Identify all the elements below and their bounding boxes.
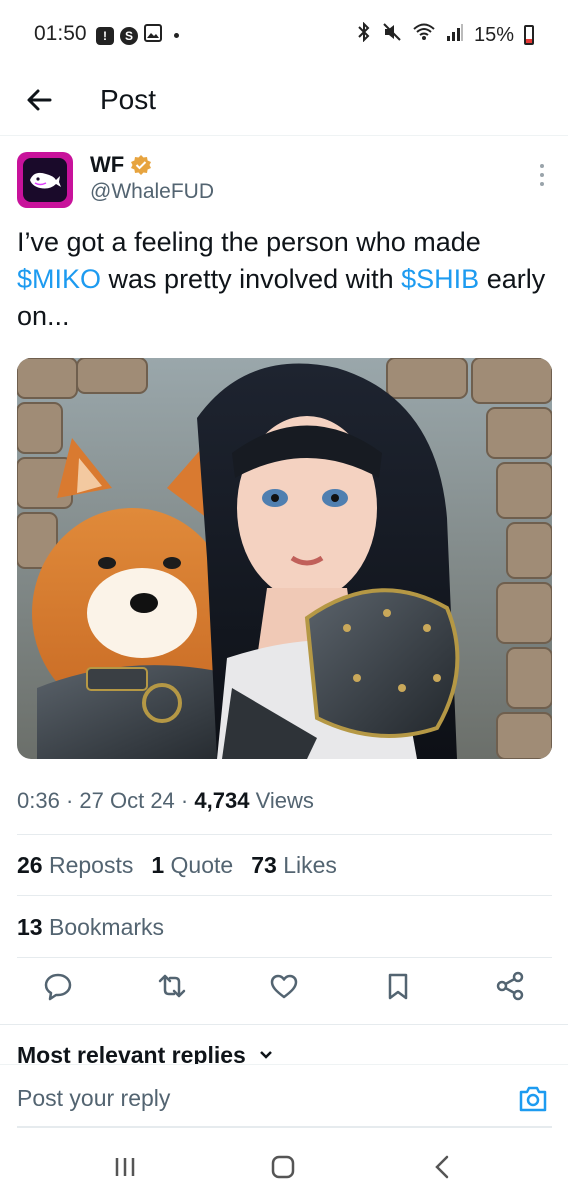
repost-icon[interactable] — [156, 970, 188, 1002]
separator: · — [180, 788, 189, 813]
tweet-date: 27 Oct 24 — [79, 788, 175, 813]
tweet-meta: 0:36 · 27 Oct 24 · 4,734 Views — [17, 788, 314, 814]
cashtag-link[interactable]: $SHIB — [401, 264, 479, 294]
tweet-image[interactable] — [17, 358, 552, 759]
system-navigation-bar — [0, 1130, 568, 1200]
likes-count: 73 — [251, 852, 277, 878]
likes-label: Likes — [283, 852, 337, 878]
author-handle[interactable]: @WhaleFUD — [90, 180, 214, 204]
reply-input-underline — [17, 1126, 552, 1128]
more-options-icon[interactable] — [538, 164, 546, 186]
status-time: 01:50 — [34, 22, 87, 45]
reply-icon[interactable] — [42, 970, 74, 1002]
divider — [0, 1024, 568, 1025]
bluetooth-icon — [356, 21, 372, 48]
battery-icon — [524, 25, 534, 45]
bookmarks-stat[interactable]: 13 Bookmarks — [17, 914, 164, 941]
reposts-stat[interactable]: 26 Reposts — [17, 852, 133, 879]
action-bar — [0, 970, 568, 1010]
views-count: 4,734 — [194, 788, 250, 813]
bookmarks-label: Bookmarks — [48, 914, 165, 940]
cashtag-link[interactable]: $MIKO — [17, 264, 101, 294]
reply-input[interactable] — [17, 1085, 477, 1112]
author-name-row[interactable]: WF — [90, 152, 152, 178]
engagement-stats: 26 Reposts 1 Quote 73 Likes — [17, 852, 337, 879]
arrow-left-icon[interactable] — [22, 82, 58, 118]
home-icon[interactable] — [268, 1152, 298, 1182]
alert-icon: ! — [96, 26, 114, 45]
top-app-bar: Post — [0, 70, 568, 136]
tweet-text-part: I’ve got a feeling the person who made — [17, 227, 481, 257]
quotes-label: Quote — [170, 852, 234, 878]
author-name[interactable]: WF — [90, 152, 124, 178]
image-icon — [144, 24, 162, 47]
whale-logo-icon — [23, 158, 67, 202]
s-icon: S — [120, 26, 138, 45]
avatar[interactable] — [17, 152, 73, 208]
reposts-label: Reposts — [48, 852, 134, 878]
status-bar: 01:50 ! S 15% — [0, 0, 568, 70]
status-system-icons: 15% — [356, 21, 534, 48]
battery-text: 15% — [473, 23, 514, 46]
divider — [17, 957, 552, 958]
status-notification-icons: ! S — [96, 24, 179, 47]
camera-icon[interactable] — [518, 1085, 548, 1113]
bookmarks-count: 13 — [17, 914, 43, 940]
quotes-count: 1 — [151, 852, 165, 878]
back-icon[interactable] — [428, 1152, 458, 1182]
divider — [17, 895, 552, 896]
share-icon[interactable] — [494, 970, 526, 1002]
recent-apps-icon[interactable] — [110, 1152, 140, 1182]
mute-icon — [382, 22, 402, 48]
tweet-text-part: was pretty involved with — [101, 264, 402, 294]
separator: · — [65, 788, 74, 813]
reposts-count: 26 — [17, 852, 43, 878]
like-icon[interactable] — [268, 970, 300, 1002]
likes-stat[interactable]: 73 Likes — [251, 852, 337, 879]
tweet-text: I’ve got a feeling the person who made $… — [17, 224, 547, 335]
bookmark-icon[interactable] — [382, 970, 414, 1002]
signal-icon — [446, 22, 464, 48]
divider — [17, 834, 552, 835]
tweet-time: 0:36 — [17, 788, 60, 813]
reply-composer — [0, 1064, 568, 1128]
wifi-icon — [412, 22, 436, 48]
views-label: Views — [255, 788, 314, 813]
dot-icon — [174, 33, 179, 38]
page-title: Post — [100, 84, 157, 115]
verified-badge-icon — [130, 154, 152, 176]
quotes-stat[interactable]: 1 Quote — [151, 852, 233, 879]
